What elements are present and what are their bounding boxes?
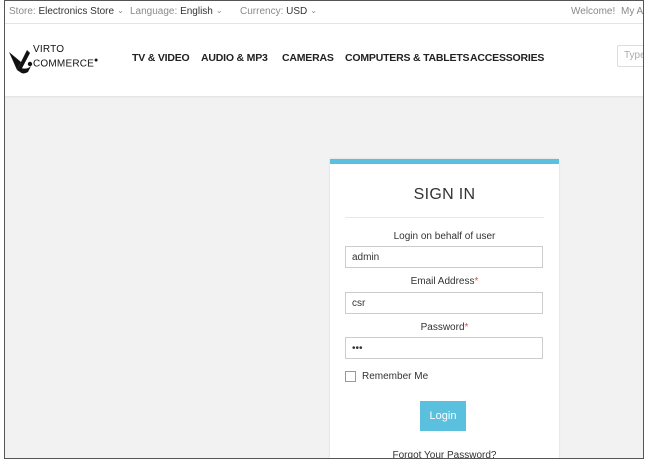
currency-label: Currency: (240, 6, 284, 17)
chevron-down-icon: ⌄ (215, 6, 223, 15)
required-mark: * (464, 322, 469, 333)
logo-wordmark: VIRTO COMMERCE● (33, 44, 98, 69)
store-label: Store: (9, 6, 36, 17)
title-divider (345, 217, 544, 218)
behalf-user-field[interactable]: admin (345, 246, 543, 268)
nav-accessories[interactable]: ACCESSORIES (470, 52, 544, 64)
login-button[interactable]: Login (420, 401, 466, 431)
required-mark: * (474, 276, 479, 287)
logo-line-2: COMMERCE● (33, 57, 99, 70)
language-selector[interactable]: Language: English ⌄ (130, 6, 223, 17)
currency-value: USD (286, 6, 308, 17)
store-value: Electronics Store (38, 6, 115, 17)
nav-computers-tablets[interactable]: COMPUTERS & TABLETS (345, 52, 470, 64)
currency-selector[interactable]: Currency: USD ⌄ (240, 6, 317, 17)
password-label: Password* (420, 322, 469, 333)
top-bar: Store: Electronics Store ⌄ Language: Engl… (5, 1, 643, 24)
chevron-down-icon: ⌄ (117, 6, 124, 15)
email-field[interactable]: csr (345, 292, 543, 314)
behalf-label: Login on behalf of user (393, 231, 496, 242)
search-input[interactable]: Type (617, 45, 643, 67)
password-field[interactable]: ••• (345, 337, 543, 359)
site-header: VIRTO COMMERCE● TV & VIDEO AUDIO & MP3 C… (5, 24, 643, 96)
my-account-link[interactable]: My Ac (621, 6, 643, 17)
language-value: English (180, 6, 213, 17)
browser-viewport: Store: Electronics Store ⌄ Language: Engl… (4, 0, 644, 459)
nav-tv-video[interactable]: TV & VIDEO (132, 52, 190, 64)
logo-line-1: VIRTO (33, 44, 65, 55)
language-label: Language: (130, 6, 178, 17)
chevron-down-icon: ⌄ (310, 6, 317, 15)
nav-cameras[interactable]: CAMERAS (282, 52, 334, 64)
checkbox-icon[interactable] (345, 371, 356, 382)
signin-card: SIGN IN Login on behalf of user admin Em… (330, 159, 559, 458)
remember-me[interactable]: Remember Me (345, 371, 428, 382)
email-label: Email Address* (410, 276, 479, 287)
welcome-text: Welcome! (571, 6, 616, 17)
forgot-password-link[interactable]: Forgot Your Password? (330, 450, 559, 458)
store-selector[interactable]: Store: Electronics Store ⌄ (9, 6, 124, 17)
signin-title: SIGN IN (413, 186, 476, 203)
remember-label: Remember Me (362, 371, 429, 383)
nav-audio-mp3[interactable]: AUDIO & MP3 (201, 52, 268, 64)
